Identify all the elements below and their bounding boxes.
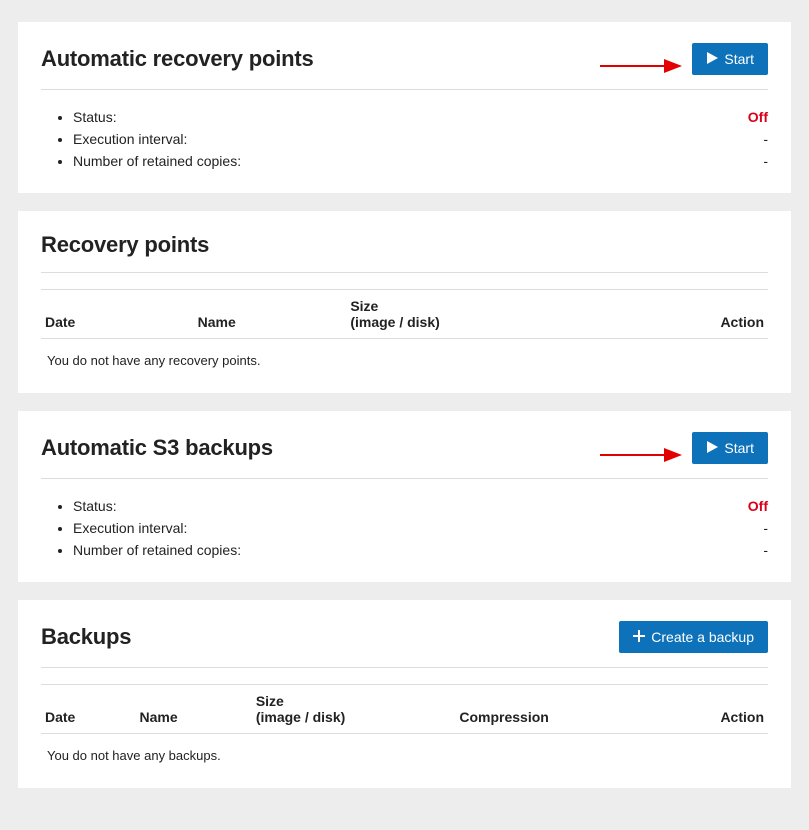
col-date: Date xyxy=(41,685,136,734)
empty-message: You do not have any recovery points. xyxy=(41,339,768,372)
button-label: Create a backup xyxy=(651,629,754,645)
plus-icon xyxy=(633,629,645,645)
panel-header: Recovery points xyxy=(41,232,768,273)
button-label: Start xyxy=(724,51,754,67)
status-value: Off xyxy=(748,495,768,517)
panel-title: Automatic recovery points xyxy=(41,46,314,72)
col-name: Name xyxy=(136,685,252,734)
col-action: Action xyxy=(681,685,768,734)
col-size: Size(image / disk) xyxy=(346,290,680,339)
list-item: Number of retained copies: - xyxy=(73,539,768,561)
list-item: Execution interval: - xyxy=(73,128,768,150)
retained-label: Number of retained copies: xyxy=(73,150,241,172)
table-header-row: Date Name Size(image / disk) Compression… xyxy=(41,685,768,734)
list-item: Status: Off xyxy=(73,106,768,128)
col-size: Size(image / disk) xyxy=(252,685,456,734)
list-item: Execution interval: - xyxy=(73,517,768,539)
panel-header: Backups Create a backup xyxy=(41,621,768,668)
status-label: Status: xyxy=(73,495,117,517)
panel-title: Backups xyxy=(41,624,131,650)
table-header-row: Date Name Size(image / disk) Action xyxy=(41,290,768,339)
recovery-points-table: Date Name Size(image / disk) Action xyxy=(41,289,768,339)
create-backup-button[interactable]: Create a backup xyxy=(619,621,768,653)
annotation-arrow xyxy=(598,57,682,75)
empty-message: You do not have any backups. xyxy=(41,734,768,767)
status-value: Off xyxy=(748,106,768,128)
annotation-arrow xyxy=(598,446,682,464)
panel-title: Automatic S3 backups xyxy=(41,435,273,461)
list-item: Status: Off xyxy=(73,495,768,517)
interval-value: - xyxy=(763,128,768,150)
col-name: Name xyxy=(194,290,347,339)
panel-backups: Backups Create a backup Date Name Size(i… xyxy=(18,600,791,788)
interval-label: Execution interval: xyxy=(73,128,187,150)
button-label: Start xyxy=(724,440,754,456)
retained-value: - xyxy=(763,539,768,561)
start-auto-recovery-button[interactable]: Start xyxy=(692,43,768,75)
panel-title: Recovery points xyxy=(41,232,209,258)
col-compression: Compression xyxy=(455,685,680,734)
status-list: Status: Off Execution interval: - Number… xyxy=(41,495,768,561)
panel-header: Automatic S3 backups Start xyxy=(41,432,768,479)
retained-label: Number of retained copies: xyxy=(73,539,241,561)
start-auto-s3-button[interactable]: Start xyxy=(692,432,768,464)
col-date: Date xyxy=(41,290,194,339)
play-icon xyxy=(706,440,718,456)
play-icon xyxy=(706,51,718,67)
interval-label: Execution interval: xyxy=(73,517,187,539)
col-action: Action xyxy=(681,290,768,339)
list-item: Number of retained copies: - xyxy=(73,150,768,172)
panel-header: Automatic recovery points Start xyxy=(41,43,768,90)
status-label: Status: xyxy=(73,106,117,128)
interval-value: - xyxy=(763,517,768,539)
panel-auto-s3: Automatic S3 backups Start Status: Off E… xyxy=(18,411,791,582)
panel-recovery-points: Recovery points Date Name Size(image / d… xyxy=(18,211,791,393)
panel-auto-recovery: Automatic recovery points Start Status: … xyxy=(18,22,791,193)
backups-table: Date Name Size(image / disk) Compression… xyxy=(41,684,768,734)
status-list: Status: Off Execution interval: - Number… xyxy=(41,106,768,172)
retained-value: - xyxy=(763,150,768,172)
